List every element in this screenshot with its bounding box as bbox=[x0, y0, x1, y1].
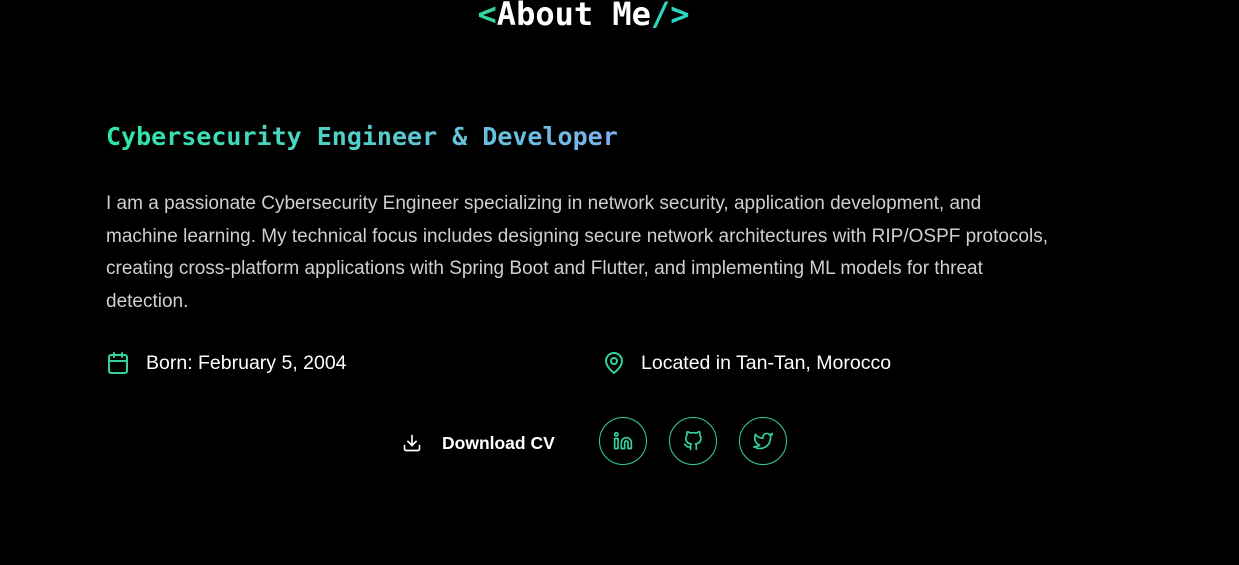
heading-text: About Me bbox=[496, 0, 651, 33]
github-icon bbox=[683, 431, 703, 451]
twitter-icon bbox=[753, 431, 773, 451]
map-pin-icon bbox=[602, 351, 626, 375]
role-title: Cybersecurity Engineer & Developer bbox=[106, 120, 618, 154]
linkedin-icon bbox=[613, 431, 633, 451]
location-info: Located in Tan-Tan, Morocco bbox=[602, 348, 891, 378]
bio-paragraph: I am a passionate Cybersecurity Engineer… bbox=[106, 193, 1048, 312]
location-text: Located in Tan-Tan, Morocco bbox=[641, 351, 892, 374]
heading-close-tag: /> bbox=[650, 0, 690, 33]
birth-date-info: Born: February 5, 2004 bbox=[106, 348, 347, 378]
heading-open-tag: < bbox=[477, 0, 497, 33]
birth-date-text: Born: February 5, 2004 bbox=[146, 351, 347, 374]
section-heading: <About Me/> bbox=[0, 0, 1167, 36]
download-cv-button[interactable]: Download CV bbox=[392, 424, 565, 462]
linkedin-link[interactable] bbox=[599, 417, 647, 465]
download-icon bbox=[402, 433, 422, 453]
download-cv-label: Download CV bbox=[442, 432, 555, 453]
twitter-link[interactable] bbox=[739, 417, 787, 465]
github-link[interactable] bbox=[669, 417, 717, 465]
calendar-icon bbox=[106, 351, 130, 375]
